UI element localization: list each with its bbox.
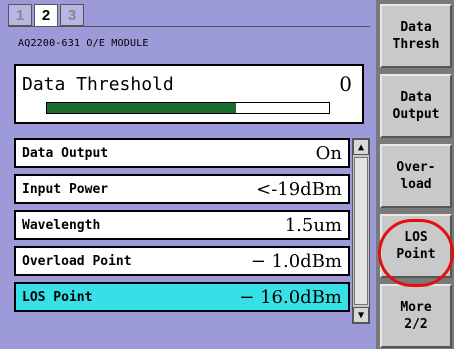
softkey-overload[interactable]: Over- load — [380, 144, 452, 208]
row-value: On — [315, 142, 342, 164]
tab-1[interactable]: 1 — [8, 4, 32, 26]
softkey-label: More 2/2 — [400, 300, 432, 332]
row-input-power[interactable]: Input Power <-19dBm — [14, 174, 350, 204]
threshold-bar — [46, 102, 330, 114]
scroll-down-icon[interactable]: ▼ — [353, 307, 369, 323]
tab-2[interactable]: 2 — [34, 4, 58, 26]
row-label: LOS Point — [22, 289, 93, 305]
module-title: AQ2200-631 O/E MODULE — [18, 38, 149, 49]
softkey-label: LOS Point — [396, 230, 436, 262]
softkey-data-thresh[interactable]: Data Thresh — [380, 4, 452, 68]
row-overload-point[interactable]: Overload Point − 1.0dBm — [14, 246, 350, 276]
tab-3[interactable]: 3 — [60, 4, 84, 26]
row-value: − 16.0dBm — [239, 286, 342, 308]
softkey-panel: Data Thresh Data Output Over- load LOS P… — [376, 0, 454, 349]
softkey-more[interactable]: More 2/2 — [380, 284, 452, 348]
row-label: Data Output — [22, 145, 109, 161]
softkey-label: Over- load — [396, 160, 436, 192]
scrollbar[interactable]: ▲ ▼ — [352, 138, 370, 324]
softkey-label: Data Thresh — [392, 20, 440, 52]
row-value: <-19dBm — [256, 178, 342, 200]
tab-divider — [8, 26, 370, 27]
softkey-label: Data Output — [392, 90, 440, 122]
scroll-up-icon[interactable]: ▲ — [353, 139, 369, 155]
page-tabs: 1 2 3 — [8, 4, 84, 26]
row-wavelength[interactable]: Wavelength 1.5um — [14, 210, 350, 240]
row-los-point[interactable]: LOS Point − 16.0dBm — [14, 282, 350, 312]
softkey-data-output[interactable]: Data Output — [380, 74, 452, 138]
threshold-value: 0 — [339, 72, 352, 96]
threshold-label: Data Threshold — [22, 74, 174, 95]
threshold-panel: Data Threshold 0 — [14, 64, 364, 124]
row-label: Overload Point — [22, 253, 132, 269]
row-value: 1.5um — [284, 214, 342, 236]
row-value: − 1.0dBm — [250, 250, 342, 272]
row-label: Wavelength — [22, 217, 101, 233]
parameter-list: Data Output On Input Power <-19dBm Wavel… — [14, 138, 350, 318]
row-data-output[interactable]: Data Output On — [14, 138, 350, 168]
row-label: Input Power — [22, 181, 109, 197]
softkey-los-point[interactable]: LOS Point — [380, 214, 452, 278]
scroll-thumb[interactable] — [354, 157, 368, 305]
instrument-screen: 1 2 3 AQ2200-631 O/E MODULE Data Thresho… — [0, 0, 454, 349]
threshold-bar-fill — [47, 103, 236, 113]
